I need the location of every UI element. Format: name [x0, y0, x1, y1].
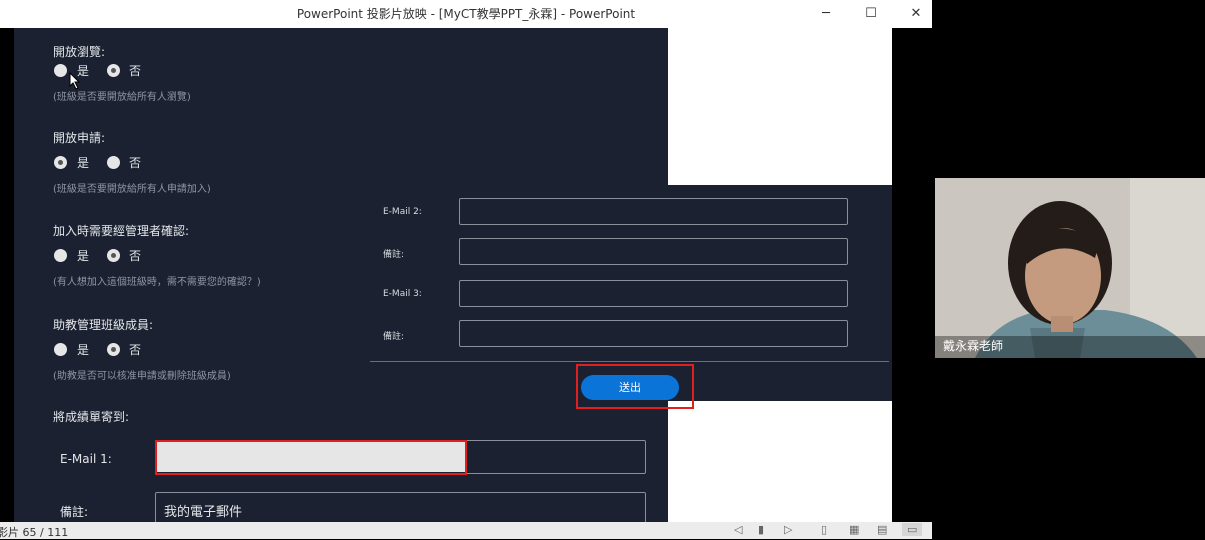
window-title: PowerPoint 投影片放映 - [MyCT教學PPT_永霖] - Powe…	[296, 7, 636, 21]
note2-input[interactable]	[459, 238, 848, 265]
open-apply-no-text: 否	[129, 156, 142, 170]
ta-manage-yes-text: 是	[77, 343, 90, 357]
admin-confirm-label: 加入時需要經管理者確認:	[53, 224, 190, 238]
white-region	[668, 28, 892, 185]
presenter-image	[935, 178, 1205, 358]
open-browse-yes-radio[interactable]	[54, 64, 67, 77]
status-bar: 投影片 65 / 111 ◁ ▮ ▷ ▯ ▦ ▤ ▭	[0, 522, 932, 539]
send-grades-label: 將成績單寄到:	[53, 410, 130, 424]
ta-manage-no-text: 否	[129, 343, 142, 357]
open-apply-label: 開放申請:	[53, 131, 106, 145]
email1-highlight-box	[155, 440, 467, 475]
admin-confirm-no-radio[interactable]	[107, 249, 120, 262]
ta-manage-hint: (助教是否可以核准申請或刪除班級成員)	[53, 371, 231, 382]
title-bar: PowerPoint 投影片放映 - [MyCT教學PPT_永霖] - Powe…	[0, 0, 932, 28]
open-apply-hint: (班級是否要開放給所有人申請加入)	[53, 184, 211, 195]
close-button[interactable]: ✕	[894, 0, 938, 28]
submit-highlight-box	[576, 364, 694, 409]
admin-confirm-yes-text: 是	[77, 249, 90, 263]
slideshow-area: 開放瀏覽: 是 否 (班級是否要開放給所有人瀏覽) 開放申請: 是 否 (班級是…	[0, 28, 932, 522]
open-apply-yes-text: 是	[77, 156, 90, 170]
maximize-button[interactable]: ☐	[849, 0, 893, 28]
ta-manage-label: 助教管理班級成員:	[53, 318, 154, 332]
email3-input[interactable]	[459, 280, 848, 307]
minimize-button[interactable]: ─	[804, 0, 848, 28]
white-region	[668, 401, 892, 522]
reading-view-icon[interactable]: ▤	[877, 523, 887, 536]
note2-label: 備註:	[383, 250, 405, 260]
open-apply-yes-radio[interactable]	[54, 156, 67, 169]
note1-label: 備註:	[60, 505, 89, 519]
mouse-cursor-icon	[69, 72, 81, 90]
admin-confirm-hint: (有人想加入這個班級時，需不需要您的確認？)	[53, 277, 261, 288]
previous-slide-icon[interactable]: ◁	[734, 523, 742, 536]
ta-manage-no-radio[interactable]	[107, 343, 120, 356]
next-slide-icon[interactable]: ▷	[784, 523, 792, 536]
open-browse-hint: (班級是否要開放給所有人瀏覽)	[53, 92, 191, 103]
ta-manage-yes-radio[interactable]	[54, 343, 67, 356]
presenter-video: 戴永霖老師	[935, 178, 1205, 358]
normal-view-icon[interactable]: ▯	[821, 523, 827, 536]
presenter-name: 戴永霖老師	[943, 339, 1004, 353]
note1-value: 我的電子郵件	[164, 505, 243, 520]
email1-label: E-Mail 1:	[60, 452, 112, 466]
open-apply-no-radio[interactable]	[107, 156, 120, 169]
open-browse-label: 開放瀏覽:	[53, 45, 106, 59]
slide-counter: 投影片 65 / 111	[0, 526, 69, 539]
slideshow-view-icon[interactable]: ▭	[902, 523, 923, 536]
email2-label: E-Mail 2:	[383, 207, 422, 217]
divider	[370, 361, 889, 362]
email2-input[interactable]	[459, 198, 848, 225]
note3-label: 備註:	[383, 332, 405, 342]
slide-menu-icon[interactable]: ▮	[758, 523, 764, 536]
admin-confirm-no-text: 否	[129, 249, 142, 263]
email3-label: E-Mail 3:	[383, 289, 422, 299]
slide-sorter-icon[interactable]: ▦	[849, 523, 859, 536]
note3-input[interactable]	[459, 320, 848, 347]
open-browse-no-radio[interactable]	[107, 64, 120, 77]
slide[interactable]: 開放瀏覽: 是 否 (班級是否要開放給所有人瀏覽) 開放申請: 是 否 (班級是…	[14, 28, 892, 522]
open-browse-no-text: 否	[129, 64, 142, 78]
admin-confirm-yes-radio[interactable]	[54, 249, 67, 262]
